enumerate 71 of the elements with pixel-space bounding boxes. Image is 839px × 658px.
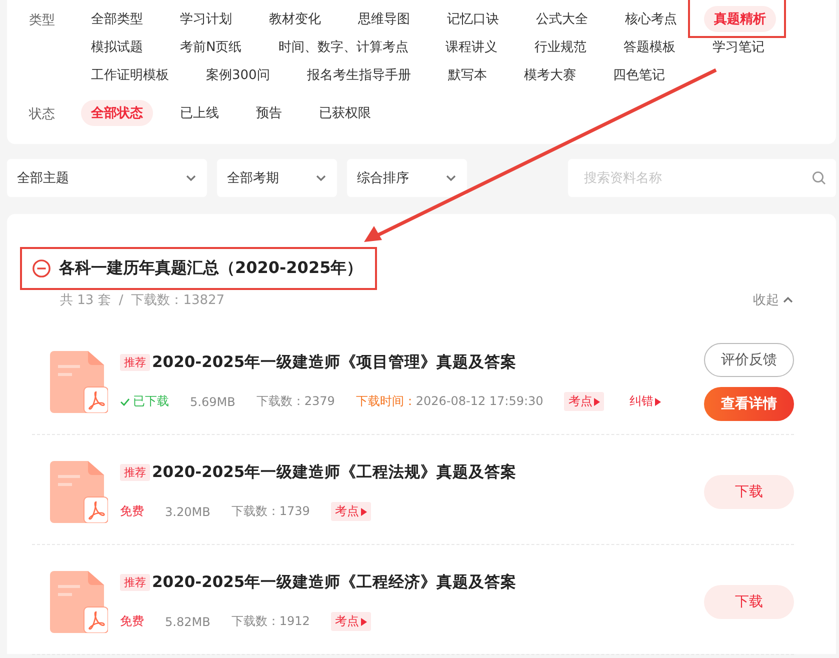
filter-label: 类型 [28, 12, 56, 29]
type-filter-tag[interactable]: 答题模板 [614, 34, 686, 60]
type-filter-tag[interactable]: 案例300问 [196, 62, 280, 88]
status-filter-tag[interactable]: 预告 [246, 100, 292, 126]
type-filter-tag[interactable]: 全部类型 [81, 6, 153, 32]
download-time: 下载时间：2026-08-12 17:59:30 [356, 393, 544, 410]
feedback-button[interactable]: 评价反馈 [704, 342, 794, 376]
download-count: 下载数：13827 [131, 292, 225, 309]
type-filter-tag[interactable]: 时间、数字、计算考点 [268, 34, 419, 60]
type-filter-tag[interactable]: 真题精析 [704, 6, 776, 32]
tag-link[interactable]: 考点 [330, 612, 371, 631]
type-filter-tag[interactable]: 核心考点 [615, 6, 687, 32]
type-filter-tag[interactable]: 课程讲义 [436, 34, 508, 60]
type-filter-tag[interactable]: 公式大全 [526, 6, 598, 32]
separator: / [118, 292, 124, 308]
recommend-badge: 推荐 [120, 464, 150, 481]
pdf-file-icon [50, 350, 108, 412]
tag-link[interactable]: 考点 [564, 392, 604, 411]
status-filter-tag[interactable]: 已上线 [170, 100, 229, 126]
tag-link[interactable]: 纠错 [625, 392, 666, 411]
type-filter-tag[interactable]: 考前N页纸 [170, 34, 252, 60]
file-size: 3.20MB [165, 504, 210, 518]
type-filter-tag[interactable]: 模拟试题 [81, 34, 153, 60]
recommend-badge: 推荐 [120, 574, 150, 591]
play-triangle-icon [655, 398, 662, 406]
resource-title[interactable]: 2020-2025年一级建造师《项目管理》真题及答案 [152, 352, 517, 373]
download-count: 下载数：1912 [231, 613, 310, 630]
status-filter-tag[interactable]: 已获权限 [309, 100, 381, 126]
type-filter-tag[interactable]: 学习笔记 [702, 34, 775, 60]
type-filter-tag[interactable]: 默写本 [438, 62, 497, 88]
download-button[interactable]: 下载 [704, 584, 794, 618]
download-count: 下载数：2379 [256, 393, 335, 410]
type-filter-tag[interactable]: 行业规范 [524, 34, 597, 60]
type-filter-tag[interactable]: 四色笔记 [602, 62, 675, 88]
view-details-button[interactable]: 查看详情 [704, 386, 794, 420]
filter-label: 状态 [28, 106, 56, 123]
group-title: 各科一建历年真题汇总（2020-2025年） [59, 258, 363, 279]
free-label: 免费 [120, 503, 144, 520]
play-triangle-icon [594, 398, 600, 406]
download-button[interactable]: 下载 [704, 474, 794, 508]
check-icon [120, 398, 130, 406]
download-count: 下载数：1739 [231, 503, 310, 520]
pdf-file-icon [50, 570, 108, 632]
type-filter-tag[interactable]: 模考大赛 [514, 62, 586, 88]
dropdown-select[interactable]: 全部考期 [217, 159, 337, 197]
resource-count: 共 13 套 [60, 292, 111, 309]
collapse-link[interactable]: 收起 [753, 291, 794, 309]
resource-title[interactable]: 2020-2025年一级建造师《工程法规》真题及答案 [152, 462, 517, 483]
play-triangle-icon [360, 508, 367, 516]
dropdown-select[interactable]: 全部主题 [7, 159, 207, 197]
play-triangle-icon [360, 618, 367, 626]
file-size: 5.69MB [190, 394, 236, 408]
type-filter-tag[interactable]: 思维导图 [348, 6, 420, 32]
search-input[interactable]: 搜索资料名称 [582, 170, 812, 186]
resource-title[interactable]: 2020-2025年一级建造师《工程经济》真题及答案 [152, 572, 517, 593]
file-size: 5.82MB [165, 614, 210, 628]
search-icon[interactable] [812, 171, 826, 185]
type-filter-tag[interactable]: 工作证明模板 [81, 62, 179, 88]
status-filter-tag[interactable]: 全部状态 [81, 100, 153, 126]
type-filter-tag[interactable]: 记忆口诀 [437, 6, 509, 32]
type-filter-tag[interactable]: 学习计划 [170, 6, 242, 32]
pdf-file-icon [50, 460, 108, 522]
recommend-badge: 推荐 [120, 354, 150, 371]
dropdown-select[interactable]: 综合排序 [347, 159, 467, 197]
search-field[interactable]: 搜索资料名称 [568, 159, 836, 197]
minus-circle-icon[interactable] [32, 259, 51, 278]
tag-link[interactable]: 考点 [330, 502, 371, 521]
downloaded-status: 已下载 [120, 393, 169, 410]
free-label: 免费 [120, 613, 144, 630]
type-filter-tag[interactable]: 教材变化 [259, 6, 331, 32]
type-filter-tag[interactable]: 报名考生指导手册 [296, 62, 421, 88]
